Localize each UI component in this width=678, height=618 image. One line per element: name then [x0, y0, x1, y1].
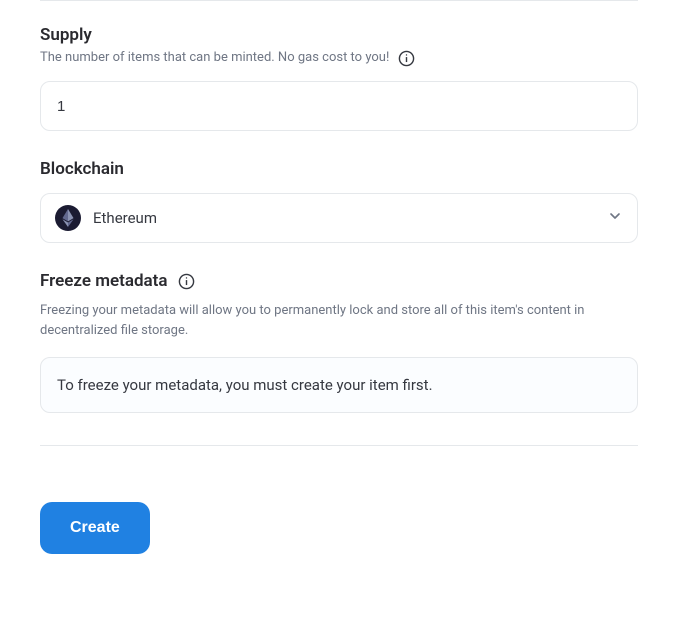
create-button[interactable]: Create — [40, 502, 150, 554]
blockchain-selected-text: Ethereum — [93, 209, 595, 227]
freeze-section: Freeze metadata Freezing your metadata w… — [40, 271, 638, 413]
bottom-divider — [40, 445, 638, 446]
freeze-label: Freeze metadata — [40, 271, 638, 291]
info-icon[interactable] — [397, 49, 415, 67]
supply-description: The number of items that can be minted. … — [40, 49, 638, 67]
ethereum-icon — [55, 205, 81, 231]
top-divider — [40, 0, 638, 1]
freeze-label-text: Freeze metadata — [40, 271, 168, 291]
supply-label: Supply — [40, 25, 638, 45]
supply-section: Supply The number of items that can be m… — [40, 25, 638, 131]
freeze-description: Freezing your metadata will allow you to… — [40, 301, 638, 341]
supply-input[interactable] — [40, 81, 638, 131]
freeze-notice: To freeze your metadata, you must create… — [40, 357, 638, 413]
blockchain-section: Blockchain Ethereum — [40, 159, 638, 243]
chevron-down-icon — [607, 208, 623, 228]
blockchain-label: Blockchain — [40, 159, 638, 179]
blockchain-select[interactable]: Ethereum — [40, 193, 638, 243]
supply-description-text: The number of items that can be minted. … — [40, 49, 389, 67]
info-icon[interactable] — [178, 272, 196, 290]
